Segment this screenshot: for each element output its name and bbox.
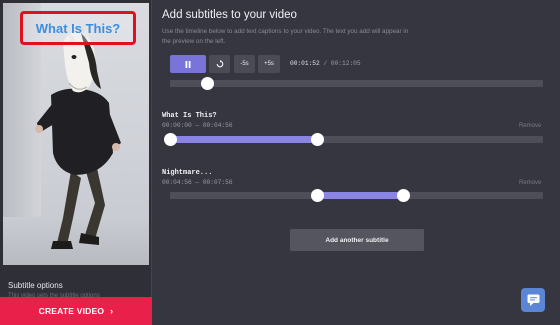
left-panel: What Is This? Subtitle options This vide… (0, 0, 152, 325)
page-description: Use the timeline below to add text capti… (162, 28, 409, 45)
subtitle-options-title: Subtitle options (8, 281, 63, 290)
subtitle-start-handle[interactable] (163, 133, 177, 146)
subtitle-name: Nightmare... (162, 169, 213, 177)
subtitle-range-fill (170, 136, 318, 143)
playhead-timeline[interactable] (170, 77, 543, 90)
pause-icon (185, 60, 191, 68)
create-video-button[interactable]: CREATE VIDEO › (0, 297, 152, 325)
time-separator: / (323, 60, 328, 67)
subtitle-end-handle[interactable] (311, 133, 325, 146)
chat-bubble-icon (527, 294, 539, 306)
current-time: 00:01:52 (290, 60, 320, 67)
forward-5s-button[interactable]: +5s (258, 55, 280, 73)
create-video-label: CREATE VIDEO (38, 306, 105, 316)
remove-subtitle-link[interactable]: Remove (519, 123, 541, 129)
pause-button[interactable] (170, 55, 206, 73)
page-title: Add subtitles to your video (162, 9, 297, 21)
subtitle-range-fill (317, 192, 404, 199)
add-subtitle-button[interactable]: Add another subtitle (290, 229, 424, 251)
subtitle-timeline[interactable] (163, 133, 543, 146)
subtitle-time-range: 00:00:00 — 00:04:56 (162, 122, 233, 129)
playhead-handle[interactable] (200, 77, 214, 90)
subtitle-start-handle[interactable] (311, 189, 325, 202)
replay-icon (216, 60, 223, 68)
chat-button[interactable] (521, 288, 545, 312)
subtitle-caption-overlay[interactable]: What Is This? (20, 11, 136, 45)
subtitle-timeline[interactable] (170, 189, 543, 202)
subtitle-time-range: 00:04:56 — 00:07:56 (162, 179, 233, 186)
subtitle-end-handle[interactable] (396, 189, 410, 202)
remove-subtitle-link[interactable]: Remove (519, 180, 541, 186)
back-5s-button[interactable]: -5s (234, 55, 255, 73)
time-readout: 00:01:52 / 00:12:05 (290, 60, 361, 67)
video-preview[interactable]: What Is This? (3, 3, 149, 265)
replay-button[interactable] (209, 55, 230, 73)
total-time: 00:12:05 (330, 60, 361, 67)
chevron-right-icon: › (110, 306, 114, 316)
subtitle-name: What Is This? (162, 112, 217, 120)
